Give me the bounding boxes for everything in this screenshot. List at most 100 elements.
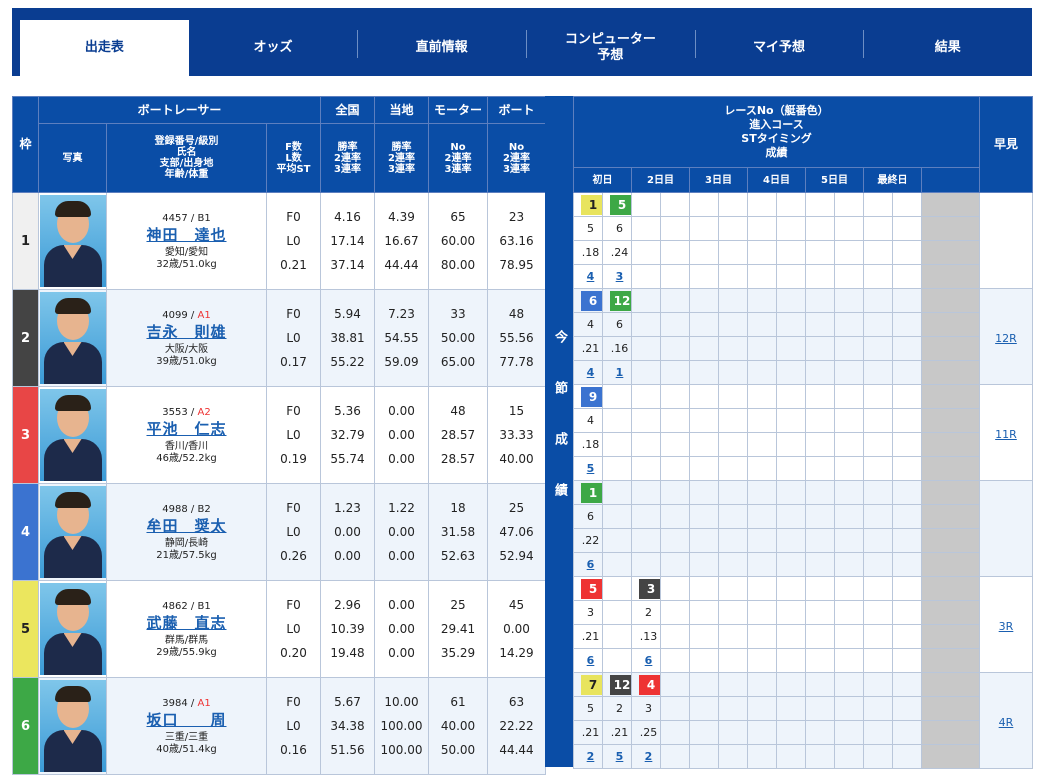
result-cell: 1 xyxy=(573,192,603,217)
result-link[interactable]: 4 xyxy=(587,366,595,379)
race-no-header: レースNo（艇番色） 進入コース STタイミング 成績 xyxy=(573,96,980,168)
hayami-link[interactable]: 4R xyxy=(999,716,1014,729)
result-cell xyxy=(602,432,632,457)
result-cell xyxy=(747,360,777,385)
result-cell xyxy=(689,312,719,337)
tou-value: 54.55 xyxy=(384,331,419,345)
result-cell xyxy=(689,408,719,433)
result-cell xyxy=(892,360,922,385)
reg-number: 4099 xyxy=(162,310,188,321)
result-cell: 5 xyxy=(573,216,603,241)
result-cell xyxy=(689,552,719,577)
tab-5[interactable]: 結果 xyxy=(863,20,1032,76)
gray-col xyxy=(921,408,980,433)
racer-name-link[interactable]: 牟田 奨太 xyxy=(108,519,266,534)
result-cell xyxy=(660,744,690,769)
f-count: F0 xyxy=(286,210,301,224)
racer-name-link[interactable]: 神田 達也 xyxy=(108,228,266,243)
result-link[interactable]: 5 xyxy=(616,750,624,763)
result-cell xyxy=(660,456,690,481)
racer-name-link[interactable]: 武藤 直志 xyxy=(108,616,266,631)
hayami-cell: 3R xyxy=(979,576,1033,673)
result-value: .16 xyxy=(610,342,629,355)
nav-tabs: 出走表 オッズ 直前情報 コンピューター 予想 マイ予想 結果 xyxy=(12,8,1032,76)
result-link[interactable]: 2 xyxy=(645,750,653,763)
result-cell xyxy=(892,528,922,553)
photo-header: 写真 xyxy=(38,123,107,193)
racer-row: 2 4099 / A1 吉永 則雄 大阪/大阪 39歳/51.0kg F0 L0 0.17… xyxy=(12,289,547,387)
reg-number: 3984 xyxy=(162,698,188,709)
racer-age: 39歳/51.0kg xyxy=(156,356,217,367)
result-link[interactable]: 4 xyxy=(587,270,595,283)
tou-value: 0.00 xyxy=(388,646,415,660)
result-cell xyxy=(776,216,806,241)
result-cell xyxy=(863,192,893,217)
result-cell xyxy=(805,408,835,433)
tab-4[interactable]: マイ予想 xyxy=(694,20,864,76)
result-link[interactable]: 3 xyxy=(616,270,624,283)
zen-cell: 5.36 32.79 55.74 xyxy=(320,386,376,484)
hayami-link[interactable]: 12R xyxy=(995,332,1017,345)
result-cell xyxy=(747,456,777,481)
result-link[interactable]: 6 xyxy=(645,654,653,667)
racer-info: 4862 / B1 武藤 直志 群馬/群馬 29歳/55.9kg xyxy=(106,580,267,678)
mot-cell: 33 50.00 65.00 xyxy=(428,289,489,387)
result-link[interactable]: 6 xyxy=(587,654,595,667)
result-cell xyxy=(892,744,922,769)
tab-3[interactable]: コンピューター 予想 xyxy=(526,20,695,76)
zen-value: 5.36 xyxy=(334,404,361,418)
result-cell xyxy=(805,264,835,289)
result-link[interactable]: 2 xyxy=(587,750,595,763)
tab-1[interactable]: オッズ xyxy=(189,20,358,76)
result-link[interactable]: 5 xyxy=(587,462,595,475)
hayami-link[interactable]: 3R xyxy=(999,620,1014,633)
waku-number: 1 xyxy=(12,192,39,290)
mot-cell: 61 40.00 50.00 xyxy=(428,677,489,775)
result-cell xyxy=(805,648,835,673)
result-cell xyxy=(747,432,777,457)
result-cell xyxy=(834,696,864,721)
racer-age: 46歳/52.2kg xyxy=(156,453,217,464)
result-cell xyxy=(747,336,777,361)
result-cell xyxy=(834,744,864,769)
result-cell xyxy=(776,576,806,601)
result-cell: 6 xyxy=(602,216,632,241)
result-cell xyxy=(747,504,777,529)
gray-col xyxy=(921,648,980,673)
boa-cell: 63 22.22 44.44 xyxy=(487,677,547,775)
zen-value: 19.48 xyxy=(330,646,365,660)
zen-cell: 4.16 17.14 37.14 xyxy=(320,192,376,290)
tou-value: 0.00 xyxy=(388,549,415,563)
zen-cell: 5.94 38.81 55.22 xyxy=(320,289,376,387)
racer-name-link[interactable]: 吉永 則雄 xyxy=(108,325,266,340)
result-cell xyxy=(834,264,864,289)
boa-cell: 45 0.00 14.29 xyxy=(487,580,547,678)
result-value: .25 xyxy=(639,726,658,739)
result-cell xyxy=(631,336,661,361)
result-cell xyxy=(892,672,922,697)
racer-name-link[interactable]: 平池 仁志 xyxy=(108,422,266,437)
result-cell xyxy=(892,336,922,361)
result-cell xyxy=(718,288,748,313)
result-cell xyxy=(718,576,748,601)
result-cell xyxy=(602,528,632,553)
result-value: 4 xyxy=(587,414,594,427)
racer-name-link[interactable]: 坂口 周 xyxy=(108,713,266,728)
tab-2[interactable]: 直前情報 xyxy=(357,20,526,76)
zen-value: 5.67 xyxy=(334,695,361,709)
avg-st: 0.19 xyxy=(280,452,307,466)
result-cell xyxy=(863,600,893,625)
racer-class: B1 xyxy=(197,213,211,224)
tou-value: 0.00 xyxy=(388,598,415,612)
racer-info: 3984 / A1 坂口 周三重/三重 40歳/51.4kg xyxy=(106,677,267,775)
result-link[interactable]: 6 xyxy=(587,558,595,571)
result-cell xyxy=(776,480,806,505)
tab-0[interactable]: 出走表 xyxy=(20,20,189,76)
hayami-link[interactable]: 11R xyxy=(995,428,1017,441)
result-cell xyxy=(863,360,893,385)
zen-value: 38.81 xyxy=(330,331,365,345)
result-cell: 6 xyxy=(573,552,603,577)
race-no-tile: 3 xyxy=(639,578,660,599)
zen-value: 4.16 xyxy=(334,210,361,224)
result-link[interactable]: 1 xyxy=(616,366,624,379)
